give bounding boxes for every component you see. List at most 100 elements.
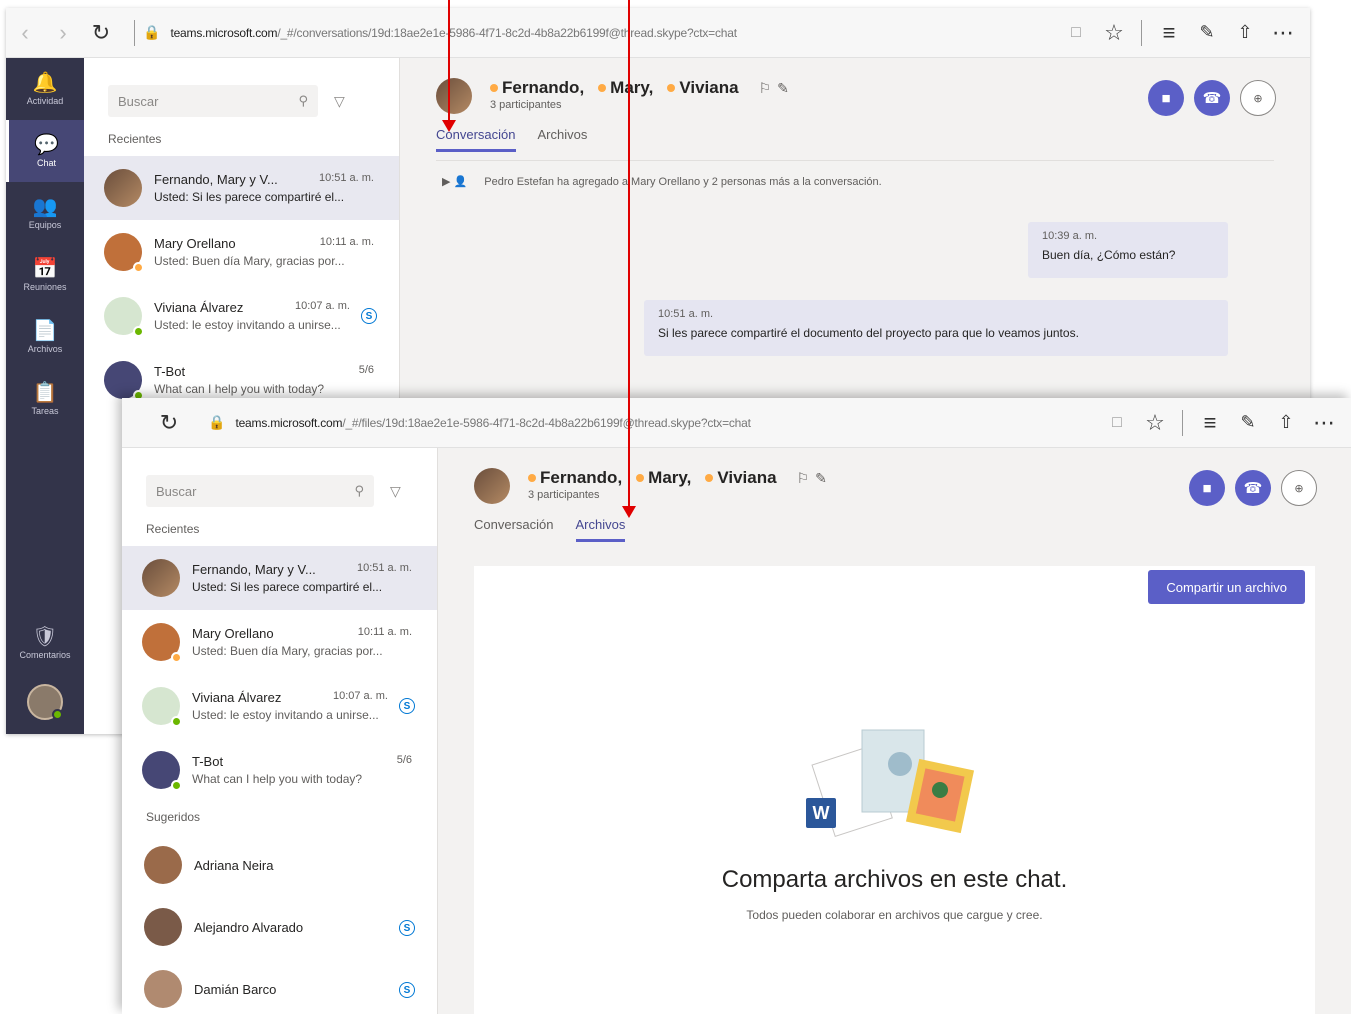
add-people-button[interactable]: ⊕ bbox=[1281, 470, 1317, 506]
suggested-contact[interactable]: Damián Barco S bbox=[122, 958, 437, 1014]
edit-pencil-icon[interactable]: ✎ bbox=[777, 80, 789, 97]
chat-time: 5/6 bbox=[396, 754, 412, 766]
address-bar[interactable]: 🔒 teams.microsoft.com/_#/files/19d:18ae2… bbox=[188, 407, 1098, 439]
participant-name[interactable]: Fernando, bbox=[502, 78, 584, 98]
more-icon[interactable]: ⋯ bbox=[1264, 14, 1302, 52]
filter-icon[interactable]: ▽ bbox=[390, 483, 401, 500]
reading-view-icon[interactable]: □ bbox=[1057, 14, 1095, 52]
skype-icon: S bbox=[399, 698, 415, 714]
presence-dot bbox=[598, 84, 607, 92]
reading-view-icon[interactable]: □ bbox=[1098, 404, 1136, 442]
tab-conversation[interactable]: Conversación bbox=[474, 517, 554, 542]
message-text: Buen día, ¿Cómo están? bbox=[1042, 248, 1176, 262]
chat-preview: Usted: Si les parece compartiré el... bbox=[154, 190, 345, 204]
chat-list: Buscar ⚲ ▽ Recientes Fernando, Mary y V.… bbox=[122, 448, 438, 1014]
annotation-arrowhead bbox=[622, 506, 636, 518]
chat-item-viviana[interactable]: Viviana Álvarez 10:07 a. m. Usted: le est… bbox=[84, 284, 399, 348]
search-input[interactable]: Buscar ⚲ bbox=[108, 85, 318, 117]
tab-files[interactable]: Archivos bbox=[538, 127, 588, 152]
message-time: 10:39 a. m. bbox=[1042, 230, 1098, 242]
chat-item-viviana[interactable]: Viviana Álvarez 10:07 a. m. Usted: le est… bbox=[122, 674, 437, 738]
chat-name: Fernando, Mary y V... bbox=[192, 562, 316, 577]
video-camera-icon: ■ bbox=[1161, 89, 1171, 107]
chat-name: T-Bot bbox=[192, 754, 224, 769]
presence-dot bbox=[490, 84, 498, 92]
more-icon[interactable]: ⋯ bbox=[1305, 404, 1343, 442]
annotation-arrowhead bbox=[442, 120, 456, 132]
avatar bbox=[144, 908, 182, 946]
message-text: Si les parece compartiré el documento de… bbox=[658, 326, 1079, 340]
chat-item-tbot[interactable]: T-Bot 5/6 What can I help you with today? bbox=[122, 738, 437, 802]
forward-icon[interactable]: › bbox=[44, 14, 82, 52]
phone-icon: ☎ bbox=[1202, 90, 1222, 107]
refresh-icon[interactable]: ↻ bbox=[82, 14, 120, 52]
message-bubble[interactable]: 10:39 a. m. Buen día, ¿Cómo están? bbox=[1028, 222, 1228, 278]
teams-app-rail: 🔔 Actividad 💬 Chat 👥 Equipos 📅 Reuniones… bbox=[6, 58, 84, 734]
contact-name: Adriana Neira bbox=[194, 857, 274, 873]
chat-preview: Usted: Si les parece compartiré el... bbox=[192, 580, 383, 594]
chat-item-group[interactable]: Fernando, Mary y V... 10:51 a. m. Usted: … bbox=[122, 546, 437, 610]
rail-item-activity[interactable]: 🔔 Actividad bbox=[6, 58, 84, 120]
rail-label: Comentarios bbox=[19, 650, 71, 660]
pen-icon[interactable]: ✎ bbox=[1188, 14, 1226, 52]
suggested-contact[interactable]: Alejandro Alvarado S bbox=[122, 896, 437, 958]
chat-icon: 💬 bbox=[34, 134, 59, 156]
people-icon[interactable]: ⚐ bbox=[797, 470, 810, 487]
chat-main: Fernando, Mary, Viviana ⚐ ✎ 3 participan… bbox=[438, 448, 1351, 1014]
rail-item-teams[interactable]: 👥 Equipos bbox=[6, 182, 84, 244]
user-avatar[interactable] bbox=[27, 684, 63, 720]
rail-item-files[interactable]: 📄 Archivos bbox=[6, 306, 84, 368]
back-icon[interactable]: ‹ bbox=[6, 14, 44, 52]
people-icon[interactable]: ⚐ bbox=[759, 80, 772, 97]
chat-header: Fernando, Mary, Viviana ⚐ ✎ 3 participan… bbox=[438, 448, 1351, 510]
filter-icon[interactable]: ▽ bbox=[334, 93, 345, 110]
rail-item-tasks[interactable]: 📋 Tareas bbox=[6, 368, 84, 430]
pen-icon[interactable]: ✎ bbox=[1229, 404, 1267, 442]
participant-name[interactable]: Fernando, bbox=[540, 468, 622, 488]
files-pane: Compartir un archivo W Comparta archivos… bbox=[474, 566, 1315, 1014]
search-input[interactable]: Buscar ⚲ bbox=[146, 475, 374, 507]
message-bubble[interactable]: 10:51 a. m. Si les parece compartiré el … bbox=[644, 300, 1228, 356]
hub-icon[interactable]: ≡ bbox=[1191, 404, 1229, 442]
participant-name[interactable]: Mary, bbox=[648, 468, 691, 488]
chat-time: 5/6 bbox=[358, 364, 374, 376]
suggested-contact[interactable]: Adriana Neira bbox=[122, 834, 437, 896]
refresh-icon[interactable]: ↻ bbox=[150, 404, 188, 442]
chat-time: 10:11 a. m. bbox=[319, 236, 374, 248]
rail-item-chat[interactable]: 💬 Chat bbox=[6, 120, 84, 182]
chat-time: 10:51 a. m. bbox=[356, 562, 412, 574]
bell-icon: 🔔 bbox=[32, 72, 58, 94]
hub-icon[interactable]: ≡ bbox=[1150, 14, 1188, 52]
audio-call-button[interactable]: ☎ bbox=[1194, 80, 1230, 116]
chat-item-group[interactable]: Fernando, Mary y V... 10:51 a. m. Usted: … bbox=[84, 156, 399, 220]
add-people-icon: ⊕ bbox=[1294, 482, 1304, 495]
browser-window-files: ↻ 🔒 teams.microsoft.com/_#/files/19d:18a… bbox=[122, 398, 1351, 1014]
video-call-button[interactable]: ■ bbox=[1148, 80, 1184, 116]
audio-call-button[interactable]: ☎ bbox=[1235, 470, 1271, 506]
favorite-star-icon[interactable]: ☆ bbox=[1136, 404, 1174, 442]
share-icon[interactable]: ⇧ bbox=[1267, 404, 1305, 442]
share-file-button[interactable]: Compartir un archivo bbox=[1148, 570, 1305, 604]
section-label-recent: Recientes bbox=[146, 522, 200, 536]
participant-name[interactable]: Viviana bbox=[679, 78, 738, 98]
tab-files[interactable]: Archivos bbox=[575, 517, 626, 542]
video-call-button[interactable]: ■ bbox=[1189, 470, 1225, 506]
address-bar[interactable]: 🔒 teams.microsoft.com/_#/conversations/1… bbox=[120, 17, 1057, 49]
edit-pencil-icon[interactable]: ✎ bbox=[815, 470, 827, 487]
favorite-star-icon[interactable]: ☆ bbox=[1095, 14, 1133, 52]
rail-item-comments[interactable]: 🛡 Comentarios bbox=[6, 612, 84, 674]
avatar bbox=[142, 559, 180, 597]
section-label-recent: Recientes bbox=[108, 132, 162, 146]
avatar bbox=[104, 169, 142, 207]
participant-name[interactable]: Viviana bbox=[717, 468, 776, 488]
phone-icon: ☎ bbox=[1243, 480, 1263, 497]
share-icon[interactable]: ⇧ bbox=[1226, 14, 1264, 52]
participant-name[interactable]: Mary, bbox=[610, 78, 653, 98]
chat-item-mary[interactable]: Mary Orellano 10:11 a. m. Usted: Buen día… bbox=[122, 610, 437, 674]
rail-item-meetings[interactable]: 📅 Reuniones bbox=[6, 244, 84, 306]
chat-item-mary[interactable]: Mary Orellano 10:11 a. m. Usted: Buen día… bbox=[84, 220, 399, 284]
chat-name: Fernando, Mary y V... bbox=[154, 172, 278, 187]
add-people-button[interactable]: ⊕ bbox=[1240, 80, 1276, 116]
chat-time: 10:51 a. m. bbox=[318, 172, 374, 184]
search-icon: ⚲ bbox=[354, 483, 364, 498]
